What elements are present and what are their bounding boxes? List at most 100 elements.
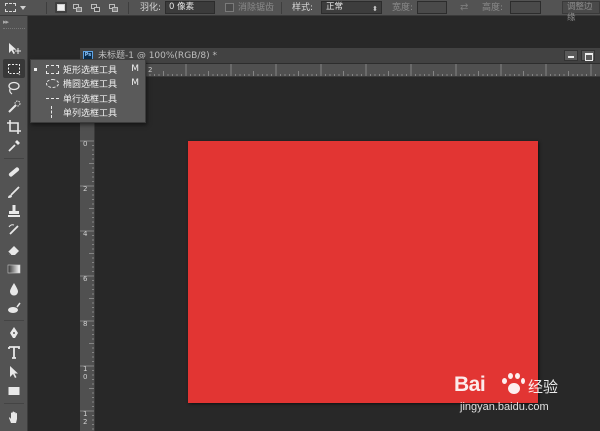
dodge-tool[interactable]	[3, 298, 25, 317]
vertical-ruler-ticks: 024681012	[80, 140, 94, 430]
path-selection-tool[interactable]	[3, 362, 25, 381]
ruler-label: 2	[83, 185, 87, 193]
flyout-item-ellipse-marquee[interactable]: 椭圆选框工具 M	[31, 76, 145, 90]
single-row-marquee-icon	[46, 98, 59, 99]
eyedropper-icon	[8, 139, 20, 152]
move-icon	[9, 42, 21, 54]
bandage-icon	[8, 166, 20, 177]
flyout-item-label: 椭圆选框工具	[63, 79, 118, 90]
lasso-icon	[8, 81, 20, 94]
rect-marquee-icon	[46, 64, 59, 74]
rect-marquee-icon	[5, 3, 16, 12]
quick-selection-tool[interactable]	[3, 97, 25, 116]
divider	[4, 403, 24, 404]
divider	[128, 2, 129, 14]
maximize-button[interactable]	[581, 50, 595, 61]
blur-tool[interactable]	[3, 279, 25, 298]
rectangle-icon	[8, 386, 20, 395]
rect-marquee-tool[interactable]	[3, 59, 25, 78]
ruler-label: 1	[83, 365, 87, 373]
move-tool[interactable]	[3, 39, 25, 58]
lasso-tool[interactable]	[3, 78, 25, 97]
horizontal-ruler[interactable]: 2	[95, 64, 600, 77]
selected-bullet-icon	[34, 67, 37, 71]
type-tool[interactable]	[3, 342, 25, 361]
options-bar: 羽化: 0 像素 消除锯齿 样式: 正常 ⬍ 宽度: ⇄ 高度: 调整边缘	[0, 0, 600, 23]
document-tab[interactable]: Ps 未标题-1 @ 100%(RGB/8) *	[80, 48, 600, 64]
antialias-label: 消除锯齿	[238, 3, 275, 13]
history-brush-icon	[8, 223, 19, 235]
single-column-marquee-icon	[51, 106, 52, 118]
swap-icon[interactable]: ⇄	[460, 2, 468, 14]
arrow-cursor-icon	[10, 365, 18, 378]
width-input[interactable]	[417, 1, 447, 14]
eraser-tool[interactable]	[3, 240, 25, 259]
baidu-jingyan-watermark: Bai 经验 jingyan.baidu.com	[452, 370, 597, 420]
crop-tool[interactable]	[3, 117, 25, 136]
style-select[interactable]: 正常 ⬍	[321, 1, 382, 14]
document-canvas[interactable]	[188, 141, 538, 403]
feather-input[interactable]: 0 像素	[165, 1, 215, 14]
tool-preset-picker[interactable]	[2, 1, 40, 14]
watermark-brand-suffix: 经验	[528, 378, 559, 396]
ruler-label: 1	[83, 410, 87, 418]
style-label: 样式:	[292, 3, 314, 13]
collapse-icon[interactable]: ▸▸	[3, 18, 9, 26]
hand-tool[interactable]	[3, 407, 25, 426]
updown-arrow-icon: ⬍	[372, 5, 378, 13]
healing-brush-tool[interactable]	[3, 162, 25, 181]
ellipse-marquee-icon	[46, 78, 59, 88]
watermark-brand: Bai	[454, 373, 486, 396]
type-icon	[8, 345, 20, 359]
antialias-checkbox[interactable]	[225, 3, 234, 12]
divider	[281, 2, 282, 14]
dodge-icon	[8, 302, 21, 313]
horizontal-ruler-ticks: 2	[95, 64, 596, 76]
divider	[4, 320, 24, 321]
ruler-label: 4	[83, 230, 88, 238]
marquee-tool-flyout: 矩形选框工具 M 椭圆选框工具 M 单行选框工具 单列选框工具	[30, 59, 146, 123]
quick-selection-icon	[8, 100, 21, 113]
ruler-label: 0	[83, 140, 87, 148]
width-label: 宽度:	[392, 3, 414, 13]
watermark-url: jingyan.baidu.com	[460, 401, 549, 413]
paw-icon	[499, 372, 525, 396]
flyout-item-label: 单列选框工具	[63, 108, 118, 119]
intersect-selection-button[interactable]	[107, 2, 119, 13]
subtract-from-selection-button[interactable]	[89, 2, 101, 13]
stamp-icon	[8, 204, 20, 217]
crop-icon	[7, 119, 21, 134]
drop-icon	[10, 282, 18, 295]
ruler-label: 2	[83, 418, 87, 426]
ruler-label: 0	[83, 373, 87, 381]
minimize-button[interactable]	[564, 50, 578, 61]
style-select-value: 正常	[326, 2, 344, 12]
height-input[interactable]	[510, 1, 541, 14]
divider	[46, 2, 47, 14]
history-brush-tool[interactable]	[3, 220, 25, 239]
rect-marquee-icon	[8, 63, 21, 75]
flyout-item-rect-marquee[interactable]: 矩形选框工具 M	[31, 62, 145, 76]
feather-label: 羽化:	[140, 3, 162, 13]
pen-icon	[10, 326, 18, 338]
eyedropper-tool[interactable]	[3, 136, 25, 155]
height-label: 高度:	[482, 3, 504, 13]
add-to-selection-button[interactable]	[71, 2, 83, 13]
flyout-item-single-column-marquee[interactable]: 单列选框工具	[31, 105, 145, 119]
flyout-item-shortcut: M	[131, 78, 139, 88]
ruler-label: 6	[83, 275, 88, 283]
pen-tool[interactable]	[3, 323, 25, 342]
new-selection-button[interactable]	[55, 2, 67, 13]
gradient-icon	[7, 264, 21, 273]
clone-stamp-tool[interactable]	[3, 201, 25, 220]
ruler-label: 8	[83, 320, 87, 328]
refine-edge-button[interactable]: 调整边缘	[562, 1, 600, 23]
vertical-ruler[interactable]: 024681012	[80, 77, 95, 431]
gradient-tool[interactable]	[3, 259, 25, 278]
rectangle-shape-tool[interactable]	[3, 381, 25, 400]
toolbox-grip[interactable]	[3, 28, 25, 30]
flyout-item-single-row-marquee[interactable]: 单行选框工具	[31, 91, 145, 105]
flyout-item-label: 单行选框工具	[63, 94, 118, 105]
flyout-item-shortcut: M	[131, 64, 139, 74]
brush-tool[interactable]	[3, 182, 25, 201]
